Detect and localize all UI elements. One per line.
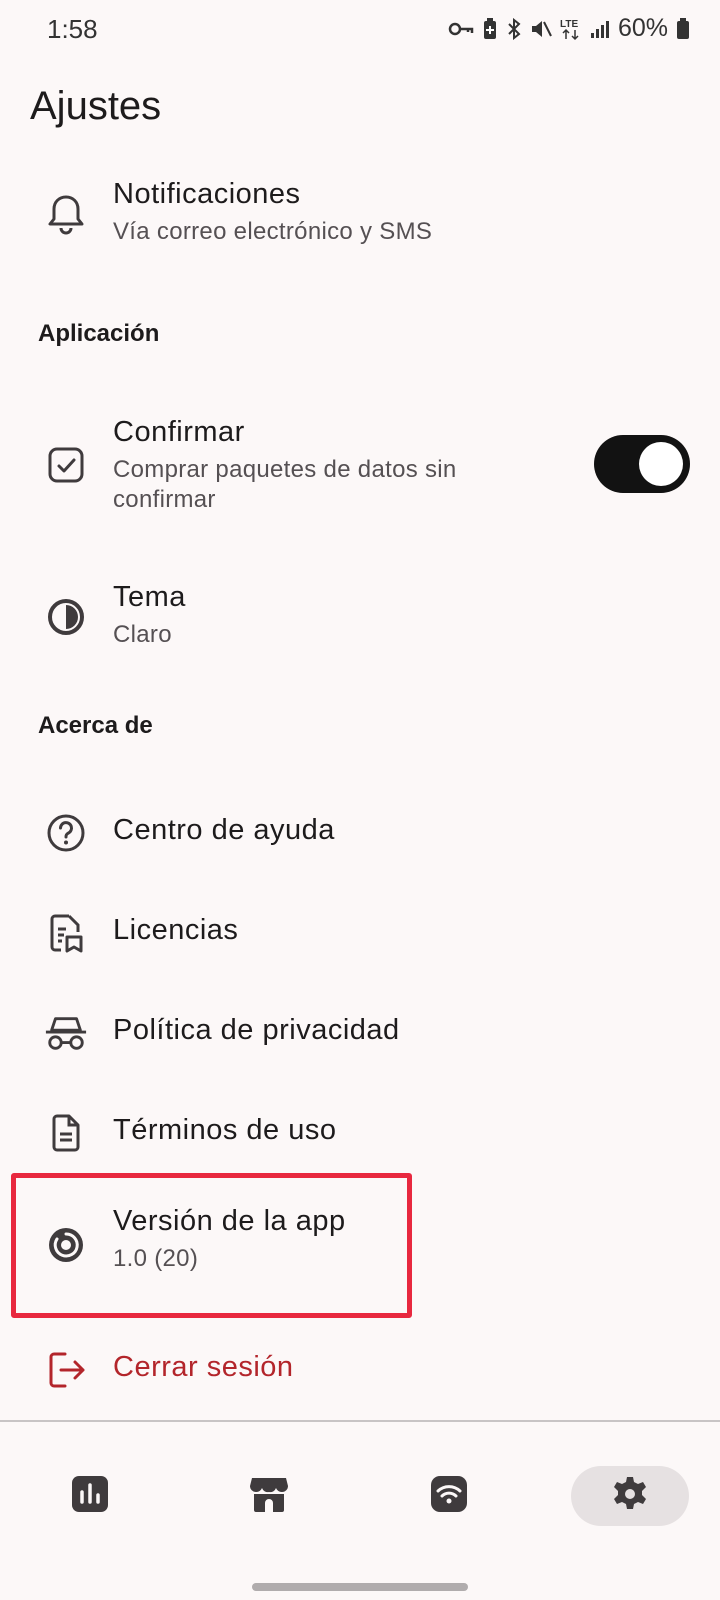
terms-title: Términos de uso: [113, 1114, 337, 1146]
section-header-app: Aplicación: [38, 320, 160, 347]
checkbox-icon: [44, 443, 88, 487]
home-indicator: [252, 1583, 468, 1591]
settings-item-help[interactable]: Centro de ayuda: [0, 788, 720, 878]
battery-icon: [676, 17, 690, 40]
incognito-icon: [44, 1011, 88, 1055]
notifications-title: Notificaciones: [113, 178, 301, 210]
licenses-title: Licencias: [113, 914, 239, 946]
document-icon: [44, 1111, 88, 1155]
bluetooth-icon: [506, 17, 522, 40]
contrast-icon: [44, 595, 88, 639]
settings-item-privacy[interactable]: Política de privacidad: [0, 988, 720, 1078]
logout-button[interactable]: Cerrar sesión: [0, 1325, 720, 1415]
notifications-subtitle: Vía correo electrónico y SMS: [113, 218, 433, 245]
gear-icon: [610, 1474, 650, 1519]
toggle-knob: [639, 442, 683, 486]
theme-title: Tema: [113, 581, 186, 613]
help-title: Centro de ayuda: [113, 814, 335, 846]
settings-item-licenses[interactable]: Licencias: [0, 888, 720, 978]
logout-title: Cerrar sesión: [113, 1351, 294, 1383]
bottom-navigation: [0, 1422, 720, 1562]
status-bar: 1:58 LTE 60%: [0, 0, 720, 60]
page-title: Ajustes: [30, 84, 162, 128]
nav-item-wifi[interactable]: [390, 1466, 508, 1526]
chart-icon: [70, 1474, 110, 1519]
settings-item-terms[interactable]: Términos de uso: [0, 1088, 720, 1178]
status-time: 1:58: [47, 14, 98, 44]
svg-text:LTE: LTE: [560, 19, 578, 30]
section-header-about: Acerca de: [38, 712, 153, 739]
signal-icon: [590, 19, 610, 39]
battery-saver-icon: [482, 17, 498, 40]
wifi-icon: [429, 1474, 469, 1519]
store-icon: [248, 1474, 290, 1519]
battery-percent: 60%: [617, 14, 668, 42]
license-document-icon: [44, 911, 88, 955]
nav-item-settings[interactable]: [571, 1466, 689, 1526]
vibrate-mute-icon: [530, 18, 552, 40]
help-circle-icon: [44, 811, 88, 855]
confirm-subtitle: Comprar paquetes de datos sin confirmar: [113, 456, 457, 513]
settings-item-theme[interactable]: Tema Claro: [0, 573, 720, 663]
vpn-key-icon: [448, 21, 474, 37]
highlight-box: [11, 1173, 412, 1318]
nav-item-stats[interactable]: [31, 1466, 149, 1526]
logout-icon: [44, 1348, 88, 1392]
lte-icon: LTE: [560, 17, 582, 41]
privacy-title: Política de privacidad: [113, 1014, 400, 1046]
nav-item-store[interactable]: [210, 1466, 328, 1526]
confirm-title: Confirmar: [113, 416, 245, 448]
settings-item-confirm[interactable]: Confirmar Comprar paquetes de datos sin …: [0, 410, 720, 520]
bell-icon: [44, 192, 88, 236]
settings-item-notifications[interactable]: Notificaciones Vía correo electrónico y …: [0, 170, 720, 260]
theme-subtitle: Claro: [113, 621, 172, 648]
status-icons: LTE 60%: [448, 14, 690, 43]
confirm-toggle[interactable]: [594, 435, 690, 493]
